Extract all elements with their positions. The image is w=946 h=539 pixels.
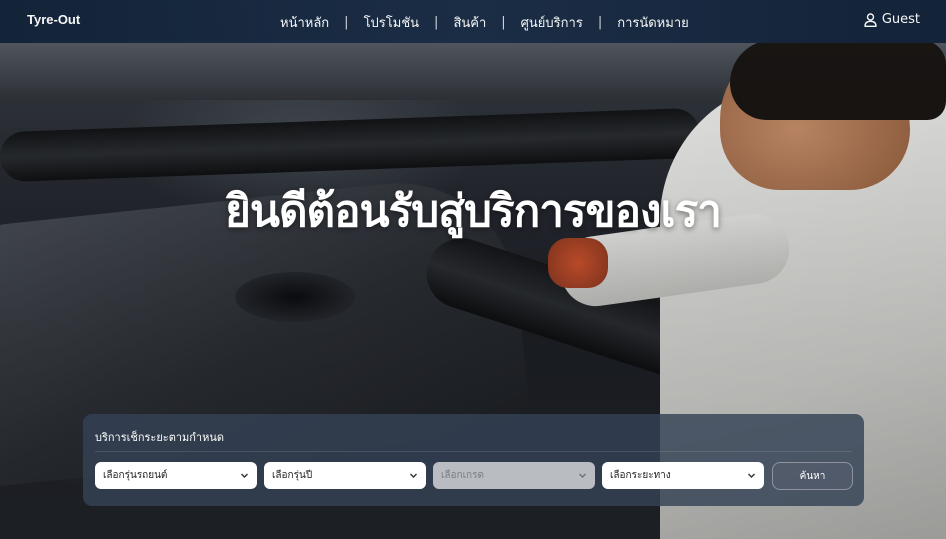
- grade-select: เลือกเกรด: [433, 462, 595, 489]
- chevron-down-icon: [579, 473, 586, 478]
- panel-divider: [95, 451, 852, 452]
- car-model-select-value: เลือกรุ่นรถยนต์: [103, 470, 168, 481]
- nav-separator: |: [434, 15, 439, 30]
- distance-select-value: เลือกระยะทาง: [610, 470, 671, 481]
- nav-link-products[interactable]: สินค้า: [453, 12, 486, 33]
- brand-logo[interactable]: Tyre-Out: [27, 12, 80, 27]
- nav-link-appointment[interactable]: การนัดหมาย: [617, 12, 689, 33]
- user-label: Guest: [881, 12, 920, 27]
- user-menu[interactable]: Guest: [864, 12, 920, 27]
- nav-separator: |: [597, 15, 603, 30]
- model-year-select-value: เลือกรุ่นปี: [272, 470, 313, 481]
- chevron-down-icon: [241, 473, 248, 478]
- grade-select-value: เลือกเกรด: [441, 470, 484, 481]
- search-panel: บริการเช็กระยะตามกำหนด เลือกรุ่นรถยนต์ เ…: [83, 414, 864, 506]
- model-year-select[interactable]: เลือกรุ่นปี: [264, 462, 426, 489]
- nav-links: หน้าหลัก | โปรโมชัน | สินค้า | ศูนย์บริก…: [280, 12, 689, 33]
- nav-separator: |: [501, 15, 506, 30]
- nav-link-promotion[interactable]: โปรโมชัน: [364, 12, 419, 33]
- nav-link-service-center[interactable]: ศูนย์บริการ: [521, 12, 583, 33]
- top-navbar: Tyre-Out หน้าหลัก | โปรโมชัน | สินค้า | …: [0, 0, 946, 43]
- chevron-down-icon: [748, 473, 755, 478]
- distance-select[interactable]: เลือกระยะทาง: [602, 462, 764, 489]
- hero-headline: ยินดีต้อนรับสู่บริการของเรา: [225, 186, 722, 237]
- nav-link-home[interactable]: หน้าหลัก: [280, 12, 329, 33]
- chevron-down-icon: [410, 473, 417, 478]
- search-button[interactable]: ค้นหา: [772, 462, 853, 490]
- search-panel-title: บริการเช็กระยะตามกำหนด: [95, 431, 225, 444]
- nav-separator: |: [344, 15, 349, 30]
- car-model-select[interactable]: เลือกรุ่นรถยนต์: [95, 462, 257, 489]
- user-icon: [864, 12, 877, 27]
